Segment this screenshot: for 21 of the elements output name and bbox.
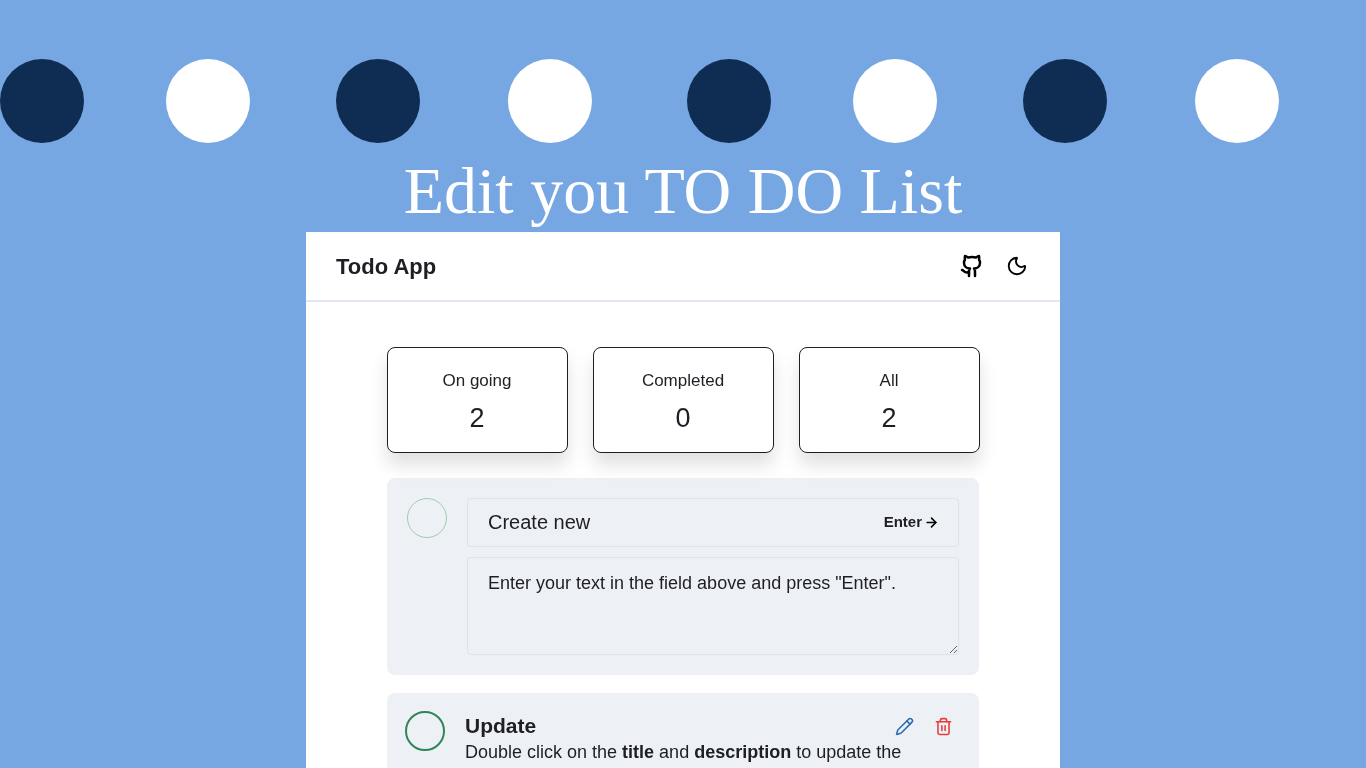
- delete-icon[interactable]: [934, 716, 953, 736]
- app-title: Todo App: [336, 252, 438, 281]
- stat-count: 0: [675, 401, 691, 435]
- checkbox[interactable]: [405, 711, 445, 751]
- todo-title[interactable]: Update: [465, 710, 895, 742]
- stat-card[interactable]: On going 2: [386, 347, 568, 453]
- github-icon[interactable]: [960, 254, 984, 278]
- stat-label: Completed: [641, 370, 725, 392]
- stat-label: On going: [442, 370, 512, 392]
- stat-card[interactable]: Completed 0: [592, 347, 774, 453]
- arrow-icon: [924, 515, 939, 530]
- stat-card[interactable]: All 2: [798, 347, 980, 453]
- stat-label: All: [879, 370, 899, 392]
- banner-title: Edit you TO DO List: [403, 153, 963, 229]
- enter-hint: Enter: [883, 512, 922, 533]
- edit-icon[interactable]: [895, 716, 914, 736]
- stat-count: 2: [881, 401, 897, 435]
- description-field[interactable]: Enter your text in the field above and press "Enter".: [467, 557, 959, 655]
- moon-icon[interactable]: [1006, 255, 1028, 277]
- stat-count: 2: [469, 401, 485, 435]
- todo-description: Double click on the title and description to update the: [465, 741, 903, 763]
